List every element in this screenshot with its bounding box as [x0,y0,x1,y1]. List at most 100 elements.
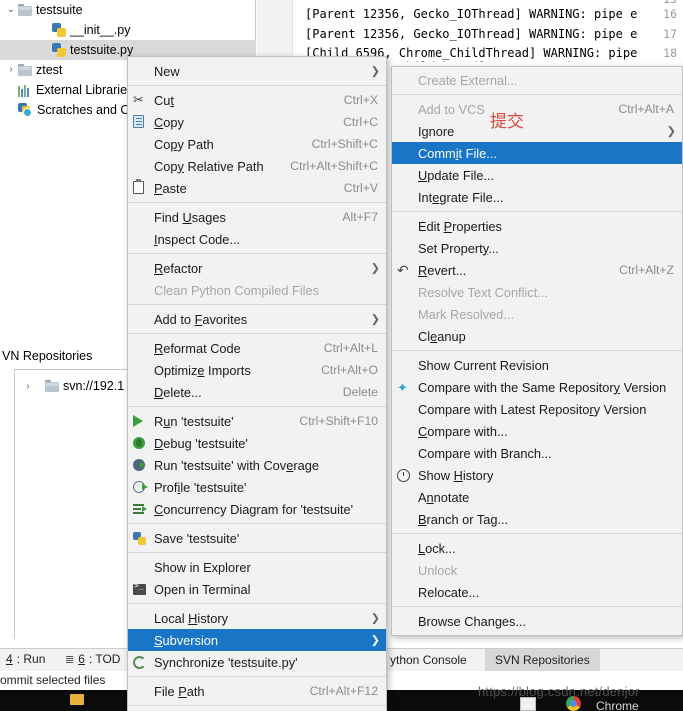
menu-item-commit-file[interactable]: Commit File... [392,142,682,164]
menu-item-add-to-favorites[interactable]: Add to Favorites ❯ [128,308,386,330]
menu-item-label: Add to Favorites [154,311,248,327]
menu-item-cleanup[interactable]: Cleanup [392,325,682,347]
menu-item-edit-properties[interactable]: Edit Properties [392,215,682,237]
menu-item-cut[interactable]: ✂ Cut Ctrl+X [128,89,386,111]
menu-item-new[interactable]: New ❯ [128,60,386,82]
menu-item-refactor[interactable]: Refactor ❯ [128,257,386,279]
menu-item-shortcut: Ctrl+Shift+C [311,137,378,151]
menu-item-lock[interactable]: Lock... [392,537,682,559]
menu-item-update-file[interactable]: Update File... [392,164,682,186]
menu-item-icon-slot [130,260,152,276]
menu-separator [128,705,386,706]
menu-item-copy-path[interactable]: Copy Path Ctrl+Shift+C [128,133,386,155]
menu-item-shortcut: Ctrl+Alt+A [618,102,674,116]
menu-item-label: Integrate File... [418,189,504,205]
menu-item-relocate[interactable]: Relocate... [392,581,682,603]
menu-item-icon-slot [394,511,416,527]
chevron-right-icon[interactable]: › [21,381,35,392]
menu-separator [128,333,386,334]
menu-item-file-path[interactable]: File Path Ctrl+Alt+F12 [128,680,386,702]
menu-item-icon-slot [130,114,152,130]
scratches-icon [18,103,33,117]
menu-item-profile-testsuite[interactable]: Profile 'testsuite' [128,476,386,498]
menu-item-run-testsuite[interactable]: Run 'testsuite' Ctrl+Shift+F10 [128,410,386,432]
line-number: 17 [663,27,677,41]
menu-item-label: Local History [154,610,228,626]
menu-item-optimize-imports[interactable]: Optimize Imports Ctrl+Alt+O [128,359,386,381]
menu-item-local-history[interactable]: Local History ❯ [128,607,386,629]
menu-item-annotate[interactable]: Annotate [392,486,682,508]
file-context-menu[interactable]: New ❯ ✂ Cut Ctrl+X Copy Ctrl+C Copy Path Ctrl+Sh… [127,56,387,711]
menu-item-concurrency-diagram-for-testsuite[interactable]: Concurrency Diagram for 'testsuite' [128,498,386,520]
menu-item-icon-slot [130,654,152,670]
menu-item-label: Open in Terminal [154,581,251,597]
menu-item-find-usages[interactable]: Find Usages Alt+F7 [128,206,386,228]
python-file-icon [52,43,66,57]
watermark-url: https://blog.csdn.net/denjor [478,684,640,699]
menu-separator [392,94,682,95]
menu-item-icon-slot [394,401,416,417]
tree-item--init-py[interactable]: __init__.py [0,20,256,40]
menu-item-shortcut: Ctrl+Alt+F12 [309,684,378,698]
menu-item-compare-with-latest-repository-version[interactable]: Compare with Latest Repository Version [392,398,682,420]
run-tool-button[interactable]: 4: Run [6,652,45,666]
menu-item-label: Profile 'testsuite' [154,479,247,495]
menu-item-delete[interactable]: Delete... Delete [128,381,386,403]
menu-item-icon-slot [130,501,152,517]
menu-item-shortcut: Ctrl+Alt+Shift+C [290,159,378,173]
menu-item-icon-slot [130,340,152,356]
menu-item-subversion[interactable]: Subversion ❯ [128,629,386,651]
menu-item-copy-relative-path[interactable]: Copy Relative Path Ctrl+Alt+Shift+C [128,155,386,177]
menu-item-icon-slot [394,584,416,600]
menu-item-copy[interactable]: Copy Ctrl+C [128,111,386,133]
menu-item-icon-slot [130,610,152,626]
status-bar-message: ommit selected files [0,673,106,687]
menu-item-label: Synchronize 'testsuite.py' [154,654,298,670]
menu-item-revert[interactable]: ↶ Revert... Ctrl+Alt+Z [392,259,682,281]
menu-item-icon-slot [394,218,416,234]
menu-item-paste[interactable]: Paste Ctrl+V [128,177,386,199]
subversion-submenu[interactable]: Create External... Add to VCS Ctrl+Alt+A Ig… [391,66,683,636]
menu-item-label: Compare with Latest Repository Version [418,401,647,417]
menu-item-reformat-code[interactable]: Reformat Code Ctrl+Alt+L [128,337,386,359]
chevron-down-icon[interactable]: ⌄ [4,0,18,20]
menu-separator [128,202,386,203]
menu-item-show-history[interactable]: Show History [392,464,682,486]
menu-item-branch-or-tag[interactable]: Branch or Tag... [392,508,682,530]
menu-separator [128,304,386,305]
menu-item-set-property[interactable]: Set Property... [392,237,682,259]
menu-item-synchronize-testsuite-py[interactable]: Synchronize 'testsuite.py' [128,651,386,673]
menu-item-ignore[interactable]: Ignore ❯ [392,120,682,142]
menu-item-icon-slot [130,457,152,473]
menu-item-show-in-explorer[interactable]: Show in Explorer [128,556,386,578]
menu-item-open-in-terminal[interactable]: Open in Terminal [128,578,386,600]
menu-item-shortcut: Ctrl+Alt+O [321,363,378,377]
menu-item-browse-changes[interactable]: Browse Changes... [392,610,682,632]
menu-item-icon-slot [394,167,416,183]
menu-item-debug-testsuite[interactable]: Debug 'testsuite' [128,432,386,454]
tree-item-label: __init__.py [70,23,131,37]
menu-item-compare-with-branch[interactable]: Compare with Branch... [392,442,682,464]
tab-svn-repositories[interactable]: SVN Repositories [485,649,600,671]
menu-item-show-current-revision[interactable]: Show Current Revision [392,354,682,376]
menu-item-shortcut: Ctrl+Alt+Z [619,263,674,277]
menu-item-run-testsuite-with-coverage[interactable]: Run 'testsuite' with Coverage [128,454,386,476]
menu-item-inspect-code[interactable]: Inspect Code... [128,228,386,250]
menu-item-compare-with[interactable]: Compare with... [392,420,682,442]
menu-item-save-testsuite[interactable]: Save 'testsuite' [128,527,386,549]
menu-item-label: Subversion [154,632,219,648]
code-line: [Parent 12356, Gecko_IOThread] WARNING: … [305,27,638,41]
chevron-right-icon[interactable]: › [4,60,18,80]
run-icon [133,415,143,427]
todo-tool-button[interactable]: ≣ 6: TOD [65,652,120,666]
menu-item-compare-with-the-same-repository-version[interactable]: ✦ Compare with the Same Repository Versio… [392,376,682,398]
menu-item-shortcut: Delete [342,385,378,399]
menu-separator [128,552,386,553]
menu-item-icon-slot [394,284,416,300]
tab-python-console[interactable]: ython Console [380,649,477,671]
paste-icon [133,179,144,194]
menu-item-mark-resolved: Mark Resolved... [392,303,682,325]
menu-item-label: Optimize Imports [154,362,251,378]
menu-item-integrate-file[interactable]: Integrate File... [392,186,682,208]
tree-item-testsuite[interactable]: ⌄ testsuite [0,0,256,20]
